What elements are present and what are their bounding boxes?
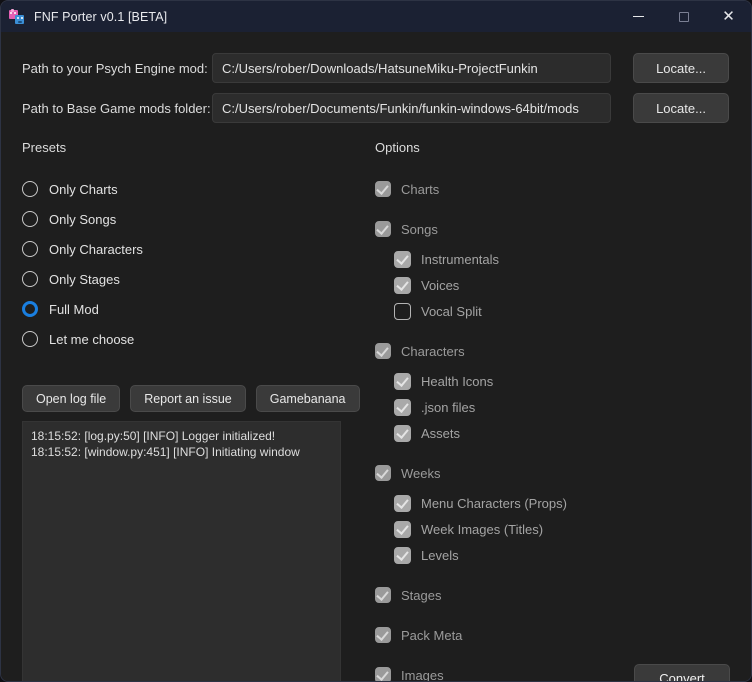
option-label: Levels <box>421 547 459 563</box>
radio-icon <box>22 211 38 227</box>
preset-label: Let me choose <box>49 331 135 347</box>
window-title: FNF Porter v0.1 [BETA] <box>34 9 168 24</box>
minimize-button[interactable] <box>616 1 661 32</box>
option-label: Voices <box>421 277 460 293</box>
log-line: 18:15:52: [window.py:451] [INFO] Initiat… <box>31 445 300 459</box>
preset-full-mod[interactable]: Full Mod <box>22 299 352 319</box>
log-line: 18:15:52: [log.py:50] [INFO] Logger init… <box>31 429 276 443</box>
checkbox-checked-icon <box>394 494 411 512</box>
option-week-images[interactable]: Week Images (Titles) <box>394 519 715 539</box>
option-health-icons[interactable]: Health Icons <box>394 371 715 391</box>
option-weeks[interactable]: Weeks <box>375 463 715 483</box>
preset-only-characters[interactable]: Only Characters <box>22 239 352 259</box>
preset-only-songs[interactable]: Only Songs <box>22 209 352 229</box>
close-icon: ✕ <box>722 7 735 25</box>
preset-only-stages[interactable]: Only Stages <box>22 269 352 289</box>
option-characters[interactable]: Characters <box>375 341 715 361</box>
option-charts[interactable]: Charts <box>375 179 715 199</box>
option-label: Week Images (Titles) <box>421 521 544 537</box>
psych-engine-path-row: Path to your Psych Engine mod: C:/Users/… <box>22 53 729 83</box>
checkbox-checked-icon <box>375 667 391 681</box>
option-instrumentals[interactable]: Instrumentals <box>394 249 715 269</box>
psych-engine-path-input[interactable]: C:/Users/rober/Downloads/HatsuneMiku-Pro… <box>212 53 611 83</box>
option-voices[interactable]: Voices <box>394 275 715 295</box>
checkbox-checked-icon <box>394 250 411 268</box>
app-icon <box>9 8 25 25</box>
locate-psych-engine-button[interactable]: Locate... <box>633 53 729 83</box>
preset-label: Only Charts <box>49 181 118 197</box>
app-window: FNF Porter v0.1 [BETA] ✕ Path to your Ps… <box>0 0 752 682</box>
checkbox-checked-icon <box>375 221 391 237</box>
preset-label: Only Stages <box>49 271 120 287</box>
open-log-file-button[interactable]: Open log file <box>22 385 121 412</box>
option-label: Vocal Split <box>421 303 482 319</box>
preset-let-me-choose[interactable]: Let me choose <box>22 329 352 349</box>
checkbox-checked-icon <box>394 398 411 416</box>
checkbox-checked-icon <box>394 276 411 294</box>
option-label: Images <box>401 667 444 682</box>
psych-engine-path-label: Path to your Psych Engine mod: <box>22 60 208 76</box>
convert-button[interactable]: Convert <box>634 664 730 681</box>
log-output[interactable]: 18:15:52: [log.py:50] [INFO] Logger init… <box>22 421 341 681</box>
option-label: Instrumentals <box>421 251 500 267</box>
options-heading: Options <box>375 140 420 155</box>
preset-label: Only Characters <box>49 241 143 257</box>
presets-heading: Presets <box>22 140 67 155</box>
option-label: Characters <box>401 343 465 359</box>
report-an-issue-button[interactable]: Report an issue <box>130 385 246 412</box>
option-songs[interactable]: Songs <box>375 219 715 239</box>
option-levels[interactable]: Levels <box>394 545 715 565</box>
option-label: Songs <box>401 221 438 237</box>
window-controls: ✕ <box>616 1 751 32</box>
option-vocal-split[interactable]: Vocal Split <box>394 301 715 321</box>
checkbox-checked-icon <box>375 465 391 481</box>
base-game-path-label: Path to Base Game mods folder: <box>22 100 211 116</box>
radio-icon <box>22 181 38 197</box>
option-label: Stages <box>401 587 442 603</box>
close-button[interactable]: ✕ <box>706 1 751 32</box>
option-stages[interactable]: Stages <box>375 585 715 605</box>
radio-icon <box>22 331 38 347</box>
option-label: Health Icons <box>421 373 494 389</box>
locate-base-game-button[interactable]: Locate... <box>633 93 729 123</box>
base-game-path-input[interactable]: C:/Users/rober/Documents/Funkin/funkin-w… <box>212 93 611 123</box>
radio-icon <box>22 271 38 287</box>
checkbox-checked-icon <box>375 343 391 359</box>
option-label: Menu Characters (Props) <box>421 495 567 511</box>
radio-selected-icon <box>22 301 38 317</box>
maximize-button[interactable] <box>661 1 706 32</box>
checkbox-checked-icon <box>375 181 391 197</box>
checkbox-checked-icon <box>394 520 411 538</box>
action-button-row: Open log file Report an issue Gamebanana <box>22 385 360 412</box>
checkbox-checked-icon <box>375 587 391 603</box>
checkbox-unchecked-icon <box>394 302 411 320</box>
option-menu-characters[interactable]: Menu Characters (Props) <box>394 493 715 513</box>
options-panel: Options Charts Songs Instrumentals Voice… <box>375 140 715 682</box>
minimize-icon <box>633 16 644 17</box>
option-assets[interactable]: Assets <box>394 423 715 443</box>
option-pack-meta[interactable]: Pack Meta <box>375 625 715 645</box>
option-label: .json files <box>421 399 476 415</box>
preset-label: Only Songs <box>49 211 117 227</box>
presets-panel: Presets Only Charts Only Songs Only Char… <box>22 140 352 359</box>
option-label: Charts <box>401 181 440 197</box>
base-game-path-row: Path to Base Game mods folder: C:/Users/… <box>22 93 729 123</box>
checkbox-checked-icon <box>394 372 411 390</box>
option-json-files[interactable]: .json files <box>394 397 715 417</box>
preset-label: Full Mod <box>49 301 99 317</box>
option-label: Pack Meta <box>401 627 463 643</box>
checkbox-checked-icon <box>375 627 391 643</box>
radio-icon <box>22 241 38 257</box>
window-body: Path to your Psych Engine mod: C:/Users/… <box>1 32 751 681</box>
option-label: Weeks <box>401 465 441 481</box>
checkbox-checked-icon <box>394 546 411 564</box>
title-bar[interactable]: FNF Porter v0.1 [BETA] ✕ <box>1 1 751 32</box>
option-label: Assets <box>421 425 461 441</box>
preset-only-charts[interactable]: Only Charts <box>22 179 352 199</box>
maximize-icon <box>678 11 689 22</box>
checkbox-checked-icon <box>394 424 411 442</box>
gamebanana-button[interactable]: Gamebanana <box>255 385 360 412</box>
